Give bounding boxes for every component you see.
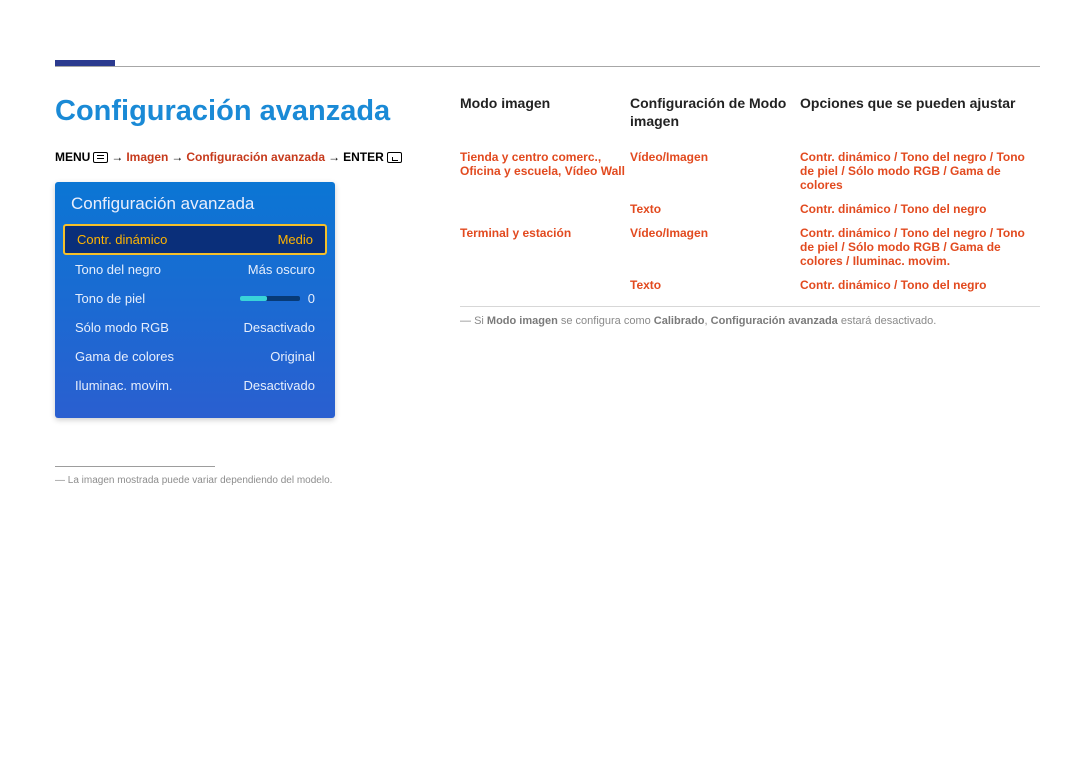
menu-icon <box>93 152 108 163</box>
panel-row-label: Gama de colores <box>75 349 174 364</box>
panel-row-iluminac-movim[interactable]: Iluminac. movim. Desactivado <box>55 371 335 400</box>
table-cell: Vídeo/Imagen <box>630 150 795 164</box>
breadcrumb-step-config-avanzada: Configuración avanzada <box>186 150 325 164</box>
breadcrumb-step-imagen: Imagen <box>126 150 168 164</box>
skin-tone-slider[interactable] <box>240 296 300 301</box>
breadcrumb-menu-label: MENU <box>55 150 90 164</box>
panel-row-value: 0 <box>308 291 315 306</box>
panel-row-value: Medio <box>278 232 313 247</box>
panel-row-value: Desactivado <box>243 320 315 335</box>
table-cell: Contr. dinámico / Tono del negro / Tono … <box>800 150 1040 192</box>
table-cell: Contr. dinámico / Tono del negro <box>800 278 1040 292</box>
panel-row-solo-modo-rgb[interactable]: Sólo modo RGB Desactivado <box>55 313 335 342</box>
options-table: Modo imagen Configuración de Modo imagen… <box>460 95 1040 292</box>
note-bold: Configuración avanzada <box>711 315 838 327</box>
settings-panel: Configuración avanzada Contr. dinámico M… <box>55 182 335 418</box>
table-cell: Terminal y estación <box>460 226 625 240</box>
panel-row-label: Iluminac. movim. <box>75 378 173 393</box>
enter-icon <box>387 152 402 163</box>
table-cell: Contr. dinámico / Tono del negro <box>800 202 1040 216</box>
table-header-config-modo-imagen: Configuración de Modo imagen <box>630 95 795 140</box>
section-tab-marker <box>55 60 115 66</box>
table-header-opciones: Opciones que se pueden ajustar <box>800 95 1040 121</box>
panel-row-gama-de-colores[interactable]: Gama de colores Original <box>55 342 335 371</box>
table-cell: Texto <box>630 202 795 216</box>
table-cell: Texto <box>630 278 795 292</box>
calibrado-note: Si Modo imagen se configura como Calibra… <box>460 306 1040 327</box>
panel-row-label: Contr. dinámico <box>77 232 167 247</box>
breadcrumb-arrow: → <box>111 150 123 164</box>
panel-row-value: Original <box>270 349 315 364</box>
table-cell: Tienda y centro comerc., Oficina y escue… <box>460 150 625 178</box>
panel-row-label: Sólo modo RGB <box>75 320 169 335</box>
panel-row-contr-dinamico[interactable]: Contr. dinámico Medio <box>63 224 327 255</box>
panel-row-label: Tono de piel <box>75 291 145 306</box>
panel-row-tono-del-negro[interactable]: Tono del negro Más oscuro <box>55 255 335 284</box>
note-text: estará desactivado. <box>838 315 936 327</box>
breadcrumb-arrow: → <box>328 150 340 164</box>
panel-row-value: Más oscuro <box>248 262 315 277</box>
panel-row-tono-de-piel[interactable]: Tono de piel 0 <box>55 284 335 313</box>
table-header-modo-imagen: Modo imagen <box>460 95 625 121</box>
panel-row-label: Tono del negro <box>75 262 161 277</box>
note-bold: Calibrado <box>654 315 705 327</box>
note-bold: Modo imagen <box>487 315 558 327</box>
breadcrumb-arrow: → <box>171 150 183 164</box>
panel-title: Configuración avanzada <box>55 194 335 224</box>
table-cell: Contr. dinámico / Tono del negro / Tono … <box>800 226 1040 268</box>
page-title: Configuración avanzada <box>55 95 420 128</box>
table-cell: Vídeo/Imagen <box>630 226 795 240</box>
breadcrumb: MENU → Imagen → Configuración avanzada →… <box>55 150 420 164</box>
note-text: Si <box>474 315 487 327</box>
panel-footnote: La imagen mostrada puede variar dependie… <box>55 475 420 486</box>
breadcrumb-enter-label: ENTER <box>343 150 384 164</box>
panel-row-value: Desactivado <box>243 378 315 393</box>
note-text: se configura como <box>558 315 654 327</box>
